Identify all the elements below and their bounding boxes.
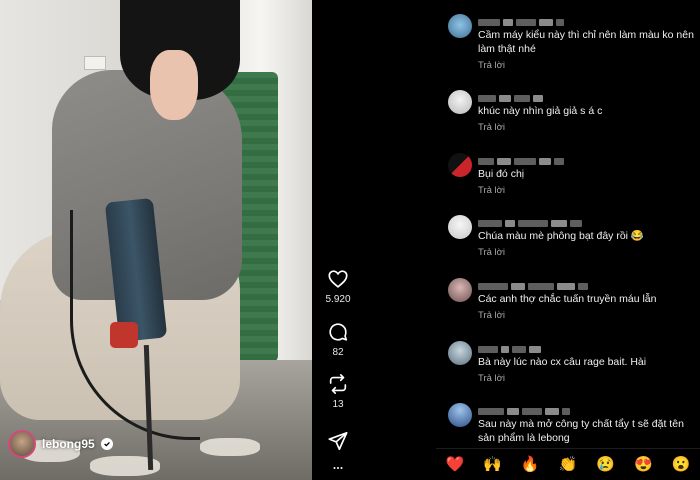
comment-text: Chúa màu mè phông bạt đây rồi 😂 — [478, 230, 645, 242]
person-face — [150, 50, 198, 120]
comment-text: Bà này lúc nào cx câu rage bait. Hài — [478, 356, 647, 368]
share-button[interactable] — [312, 430, 364, 452]
emoji-surprised-button[interactable]: 😮 — [672, 457, 691, 472]
commenter-avatar[interactable] — [448, 90, 472, 114]
commenter-avatar[interactable] — [448, 153, 472, 177]
post-photo[interactable]: lebong95 — [0, 0, 312, 480]
commenter-username[interactable] — [478, 156, 696, 166]
author-avatar[interactable] — [8, 430, 36, 458]
verified-badge-icon — [100, 438, 113, 450]
repost-count: 13 — [332, 399, 344, 410]
commenter-avatar[interactable] — [448, 278, 472, 302]
repost-button[interactable]: 13 — [312, 373, 364, 410]
emoji-clap-button[interactable]: 👏 — [559, 457, 578, 472]
rubble — [200, 438, 260, 456]
comment-text: khúc này nhìn giả giả s á c — [478, 105, 603, 117]
comment-item: Chúa màu mè phông bạt đây rồi 😂 Trả lời — [436, 215, 696, 258]
commenter-avatar[interactable] — [448, 215, 472, 239]
comment-item: Bà này lúc nào cx câu rage bait. Hài Trả… — [436, 341, 696, 384]
like-count: 5.920 — [325, 294, 351, 305]
comment-item: Sau này mà mở công ty chất tẩy t sẽ đặt … — [436, 403, 696, 445]
comment-item: Bụi đó chị Trả lời — [436, 153, 696, 196]
comment-bubble-icon — [329, 323, 348, 341]
comment-text: Bụi đó chị — [478, 168, 525, 180]
emoji-heart-button[interactable]: ❤️ — [446, 457, 465, 472]
comment-text: Sau này mà mở công ty chất tẩy t sẽ đặt … — [478, 418, 684, 444]
emoji-reaction-bar: ❤️ 🙌 🔥 👏 😢 😍 😮 — [436, 448, 700, 480]
commenter-username[interactable] — [478, 281, 696, 291]
emoji-crying-button[interactable]: 😢 — [596, 457, 615, 472]
heart-icon — [328, 270, 348, 288]
comments-panel: Cầm máy kiểu này thì chỉ nên làm màu ko … — [436, 0, 700, 448]
commenter-avatar[interactable] — [448, 14, 472, 38]
commenter-username[interactable] — [478, 17, 696, 27]
wall-socket — [84, 56, 106, 70]
commenter-username[interactable] — [478, 93, 696, 103]
more-button[interactable] — [312, 462, 364, 474]
comment-item: Cầm máy kiểu này thì chỉ nên làm màu ko … — [436, 14, 696, 71]
reply-link[interactable]: Trả lời — [478, 60, 696, 71]
commenter-avatar[interactable] — [448, 403, 472, 427]
commenter-username[interactable] — [478, 344, 696, 354]
comment-text: Các anh thợ chắc tuấn truyền máu lẫn — [478, 293, 657, 305]
author-username[interactable]: lebong95 — [42, 437, 95, 451]
emoji-raised-hands-button[interactable]: 🙌 — [483, 457, 502, 472]
reply-link[interactable]: Trả lời — [478, 310, 696, 321]
emoji-fire-button[interactable]: 🔥 — [521, 457, 540, 472]
more-icon — [333, 467, 343, 469]
commenter-username[interactable] — [478, 406, 696, 416]
reply-link[interactable]: Trả lời — [478, 122, 696, 133]
post-author[interactable]: lebong95 — [8, 430, 113, 458]
comment-count: 82 — [332, 347, 344, 358]
comment-item: khúc này nhìn giả giả s á c Trả lời — [436, 90, 696, 133]
comment-text: Cầm máy kiểu này thì chỉ nên làm màu ko … — [478, 29, 694, 55]
action-rail: 5.920 82 13 — [312, 0, 364, 480]
send-icon — [328, 431, 348, 451]
comment-button[interactable]: 82 — [312, 321, 364, 358]
drill-grip — [110, 322, 138, 348]
like-button[interactable]: 5.920 — [312, 268, 364, 305]
emoji-heart-eyes-button[interactable]: 😍 — [634, 457, 653, 472]
repost-icon — [329, 374, 347, 394]
commenter-username[interactable] — [478, 218, 696, 228]
comment-item: Các anh thợ chắc tuấn truyền máu lẫn Trả… — [436, 278, 696, 321]
commenter-avatar[interactable] — [448, 341, 472, 365]
reply-link[interactable]: Trả lời — [478, 247, 696, 258]
reply-link[interactable]: Trả lời — [478, 373, 696, 384]
reply-link[interactable]: Trả lời — [478, 185, 696, 196]
